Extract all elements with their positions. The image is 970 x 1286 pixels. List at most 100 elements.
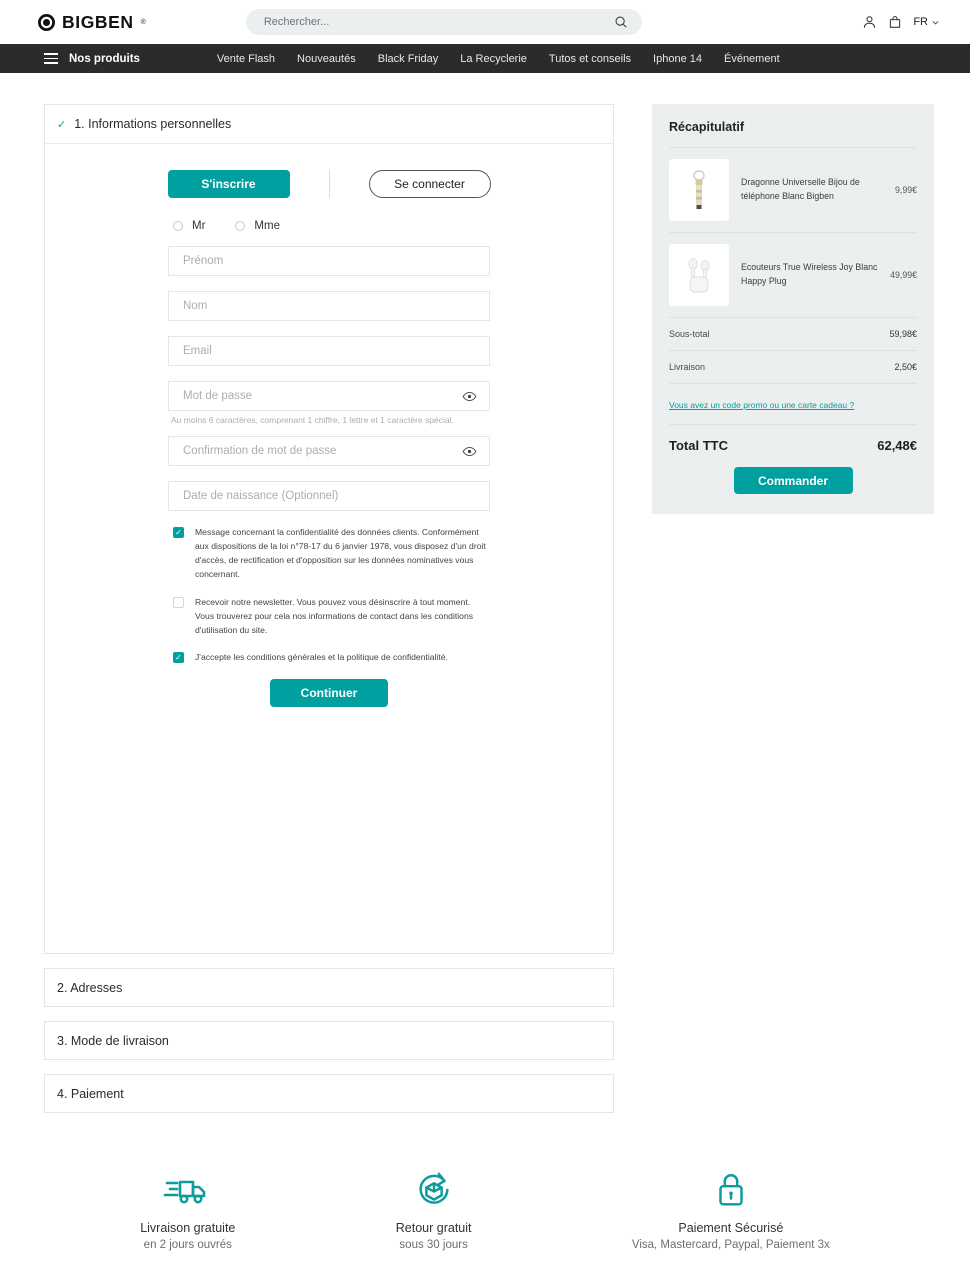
promo-code-link[interactable]: Vous avez un code promo ou une carte cad… — [669, 400, 854, 410]
hamburger-menu-icon[interactable] — [44, 53, 58, 64]
birthdate-input[interactable] — [183, 490, 477, 502]
nav-link-vente-flash[interactable]: Vente Flash — [217, 53, 275, 65]
nav-link-iphone-14[interactable]: Iphone 14 — [653, 53, 702, 65]
account-icon[interactable] — [862, 14, 877, 30]
promo-row: Vous avez un code promo ou une carte cad… — [669, 383, 917, 424]
consent-terms: J'accepte les conditions générales et la… — [168, 651, 490, 665]
auth-buttons-row: S'inscrire Se connecter — [167, 169, 491, 198]
civility-mme-label: Mme — [254, 220, 280, 232]
password-hint: Au moins 6 caractères, comprenant 1 chif… — [171, 415, 454, 425]
nav-products-button[interactable]: Nos produits — [44, 53, 140, 65]
order-summary: Récapitulatif Dragonne Universelle Bijou… — [652, 104, 934, 514]
registration-form: Mr Mme Prénom Nom Email Mot de passe Au … — [168, 220, 490, 708]
lastname-field[interactable] — [168, 291, 490, 321]
nav-link-evenement[interactable]: Événement — [724, 53, 780, 65]
total-label: Total TTC — [669, 438, 728, 453]
consent-privacy: Message concernant la confidentialité de… — [168, 526, 490, 582]
badge-subtitle: sous 30 jours — [399, 1239, 468, 1251]
password-field[interactable] — [168, 381, 490, 411]
summary-subtotal-row: Sous-total 59,98€ — [669, 317, 917, 350]
brand-logo[interactable]: BIGBEN ® — [38, 12, 146, 33]
newsletter-consent-text: Recevoir notre newsletter. Vous pouvez v… — [195, 596, 474, 635]
search-input[interactable] — [263, 16, 614, 28]
auth-divider — [328, 169, 330, 198]
password-confirm-input[interactable] — [183, 445, 462, 457]
main-navbar: Nos produits Vente Flash Nouveautés Blac… — [0, 44, 970, 73]
search-box[interactable] — [245, 9, 642, 35]
checkout-page: ✓ 1. Informations personnelles S'inscrir… — [0, 73, 970, 1113]
summary-item-name: Dragonne Universelle Bijou de téléphone … — [741, 177, 860, 201]
civility-radio-group: Mr Mme — [168, 220, 490, 232]
signup-button[interactable]: S'inscrire — [167, 169, 290, 198]
radio-mme-dot[interactable] — [235, 221, 246, 231]
email-input[interactable] — [183, 345, 477, 357]
trademark-symbol: ® — [140, 18, 146, 26]
birthdate-field[interactable] — [168, 481, 490, 511]
firstname-field[interactable] — [168, 246, 490, 276]
total-value: 62,48€ — [877, 438, 917, 453]
nav-products-label: Nos produits — [69, 52, 140, 65]
badge-free-return: Retour gratuit sous 30 jours — [396, 1168, 472, 1251]
privacy-checkbox[interactable] — [173, 527, 184, 538]
checkout-steps-column: ✓ 1. Informations personnelles S'inscrir… — [44, 104, 614, 1113]
terms-consent-text: J'accepte les conditions générales et la… — [195, 652, 448, 663]
subtotal-value: 59,98€ — [889, 329, 917, 339]
login-button[interactable]: Se connecter — [368, 169, 491, 198]
badge-free-delivery: Livraison gratuite en 2 jours ouvrés — [140, 1168, 235, 1251]
badge-secure-payment: Paiement Sécurisé Visa, Mastercard, Payp… — [632, 1168, 830, 1251]
subtotal-label: Sous-total — [669, 329, 710, 339]
summary-shipping-row: Livraison 2,50€ — [669, 350, 917, 383]
brand-name: BIGBEN — [62, 11, 134, 32]
summary-line-item: Dragonne Universelle Bijou de téléphone … — [669, 147, 917, 232]
step-1-body: S'inscrire Se connecter Mr Mme Prénom No… — [45, 144, 613, 708]
step-delivery-mode[interactable]: 3. Mode de livraison — [44, 1021, 614, 1060]
badge-subtitle: Visa, Mastercard, Paypal, Paiement 3x — [631, 1239, 830, 1251]
chevron-down-icon — [932, 20, 939, 25]
top-header: BIGBEN ® FR — [0, 0, 970, 44]
newsletter-checkbox[interactable] — [173, 596, 184, 608]
search-icon[interactable] — [614, 15, 628, 29]
continue-button[interactable]: Continuer — [270, 679, 388, 708]
email-field[interactable] — [168, 336, 490, 366]
step-addresses[interactable]: 2. Adresses — [44, 968, 614, 1007]
delivery-truck-icon — [163, 1168, 213, 1212]
shipping-label: Livraison — [669, 362, 706, 372]
badge-subtitle: en 2 jours ouvrés — [143, 1239, 232, 1251]
shipping-value: 2,50€ — [894, 362, 917, 372]
nav-link-tutos-et-conseils[interactable]: Tutos et conseils — [549, 53, 631, 65]
nav-links: Vente Flash Nouveautés Black Friday La R… — [217, 53, 780, 65]
step-payment[interactable]: 4. Paiement — [44, 1074, 614, 1113]
password-input[interactable] — [183, 390, 462, 402]
toggle-password-visibility-icon[interactable] — [462, 389, 477, 404]
summary-item-name: Ecouteurs True Wireless Joy Blanc Happy … — [741, 262, 878, 286]
civility-option-mme[interactable]: Mme — [235, 220, 280, 232]
radio-mr-dot[interactable] — [173, 221, 183, 231]
summary-title: Récapitulatif — [669, 120, 745, 134]
password-confirm-field[interactable] — [168, 436, 490, 466]
product-thumbnail-lanyard — [669, 159, 729, 221]
continue-row: Continuer — [168, 679, 490, 708]
lastname-input[interactable] — [183, 300, 477, 312]
summary-line-item: Ecouteurs True Wireless Joy Blanc Happy … — [669, 232, 917, 317]
nav-link-black-friday[interactable]: Black Friday — [378, 53, 439, 65]
bigben-circle-icon — [38, 13, 55, 31]
order-summary-column: Récapitulatif Dragonne Universelle Bijou… — [652, 104, 934, 514]
firstname-input[interactable] — [183, 255, 477, 267]
language-selector[interactable]: FR — [913, 16, 940, 28]
nav-link-la-recyclerie[interactable]: La Recyclerie — [460, 53, 527, 65]
badge-title: Paiement Sécurisé — [678, 1221, 784, 1235]
summary-total-row: Total TTC 62,48€ — [669, 424, 917, 453]
toggle-password-confirm-visibility-icon[interactable] — [462, 444, 477, 459]
terms-checkbox[interactable] — [173, 652, 184, 664]
header-actions: FR — [862, 14, 940, 30]
civility-mr-label: Mr — [192, 220, 206, 232]
place-order-button[interactable]: Commander — [733, 467, 853, 494]
step-personal-information: ✓ 1. Informations personnelles S'inscrir… — [44, 104, 614, 954]
civility-option-mr[interactable]: Mr — [173, 220, 205, 232]
step-1-title: 1. Informations personnelles — [74, 117, 232, 131]
badge-title: Livraison gratuite — [140, 1221, 236, 1235]
nav-link-nouveautes[interactable]: Nouveautés — [297, 53, 356, 65]
product-thumbnail-earbuds — [669, 244, 729, 306]
step-1-header[interactable]: ✓ 1. Informations personnelles — [45, 105, 613, 144]
cart-bag-icon[interactable] — [888, 14, 902, 30]
